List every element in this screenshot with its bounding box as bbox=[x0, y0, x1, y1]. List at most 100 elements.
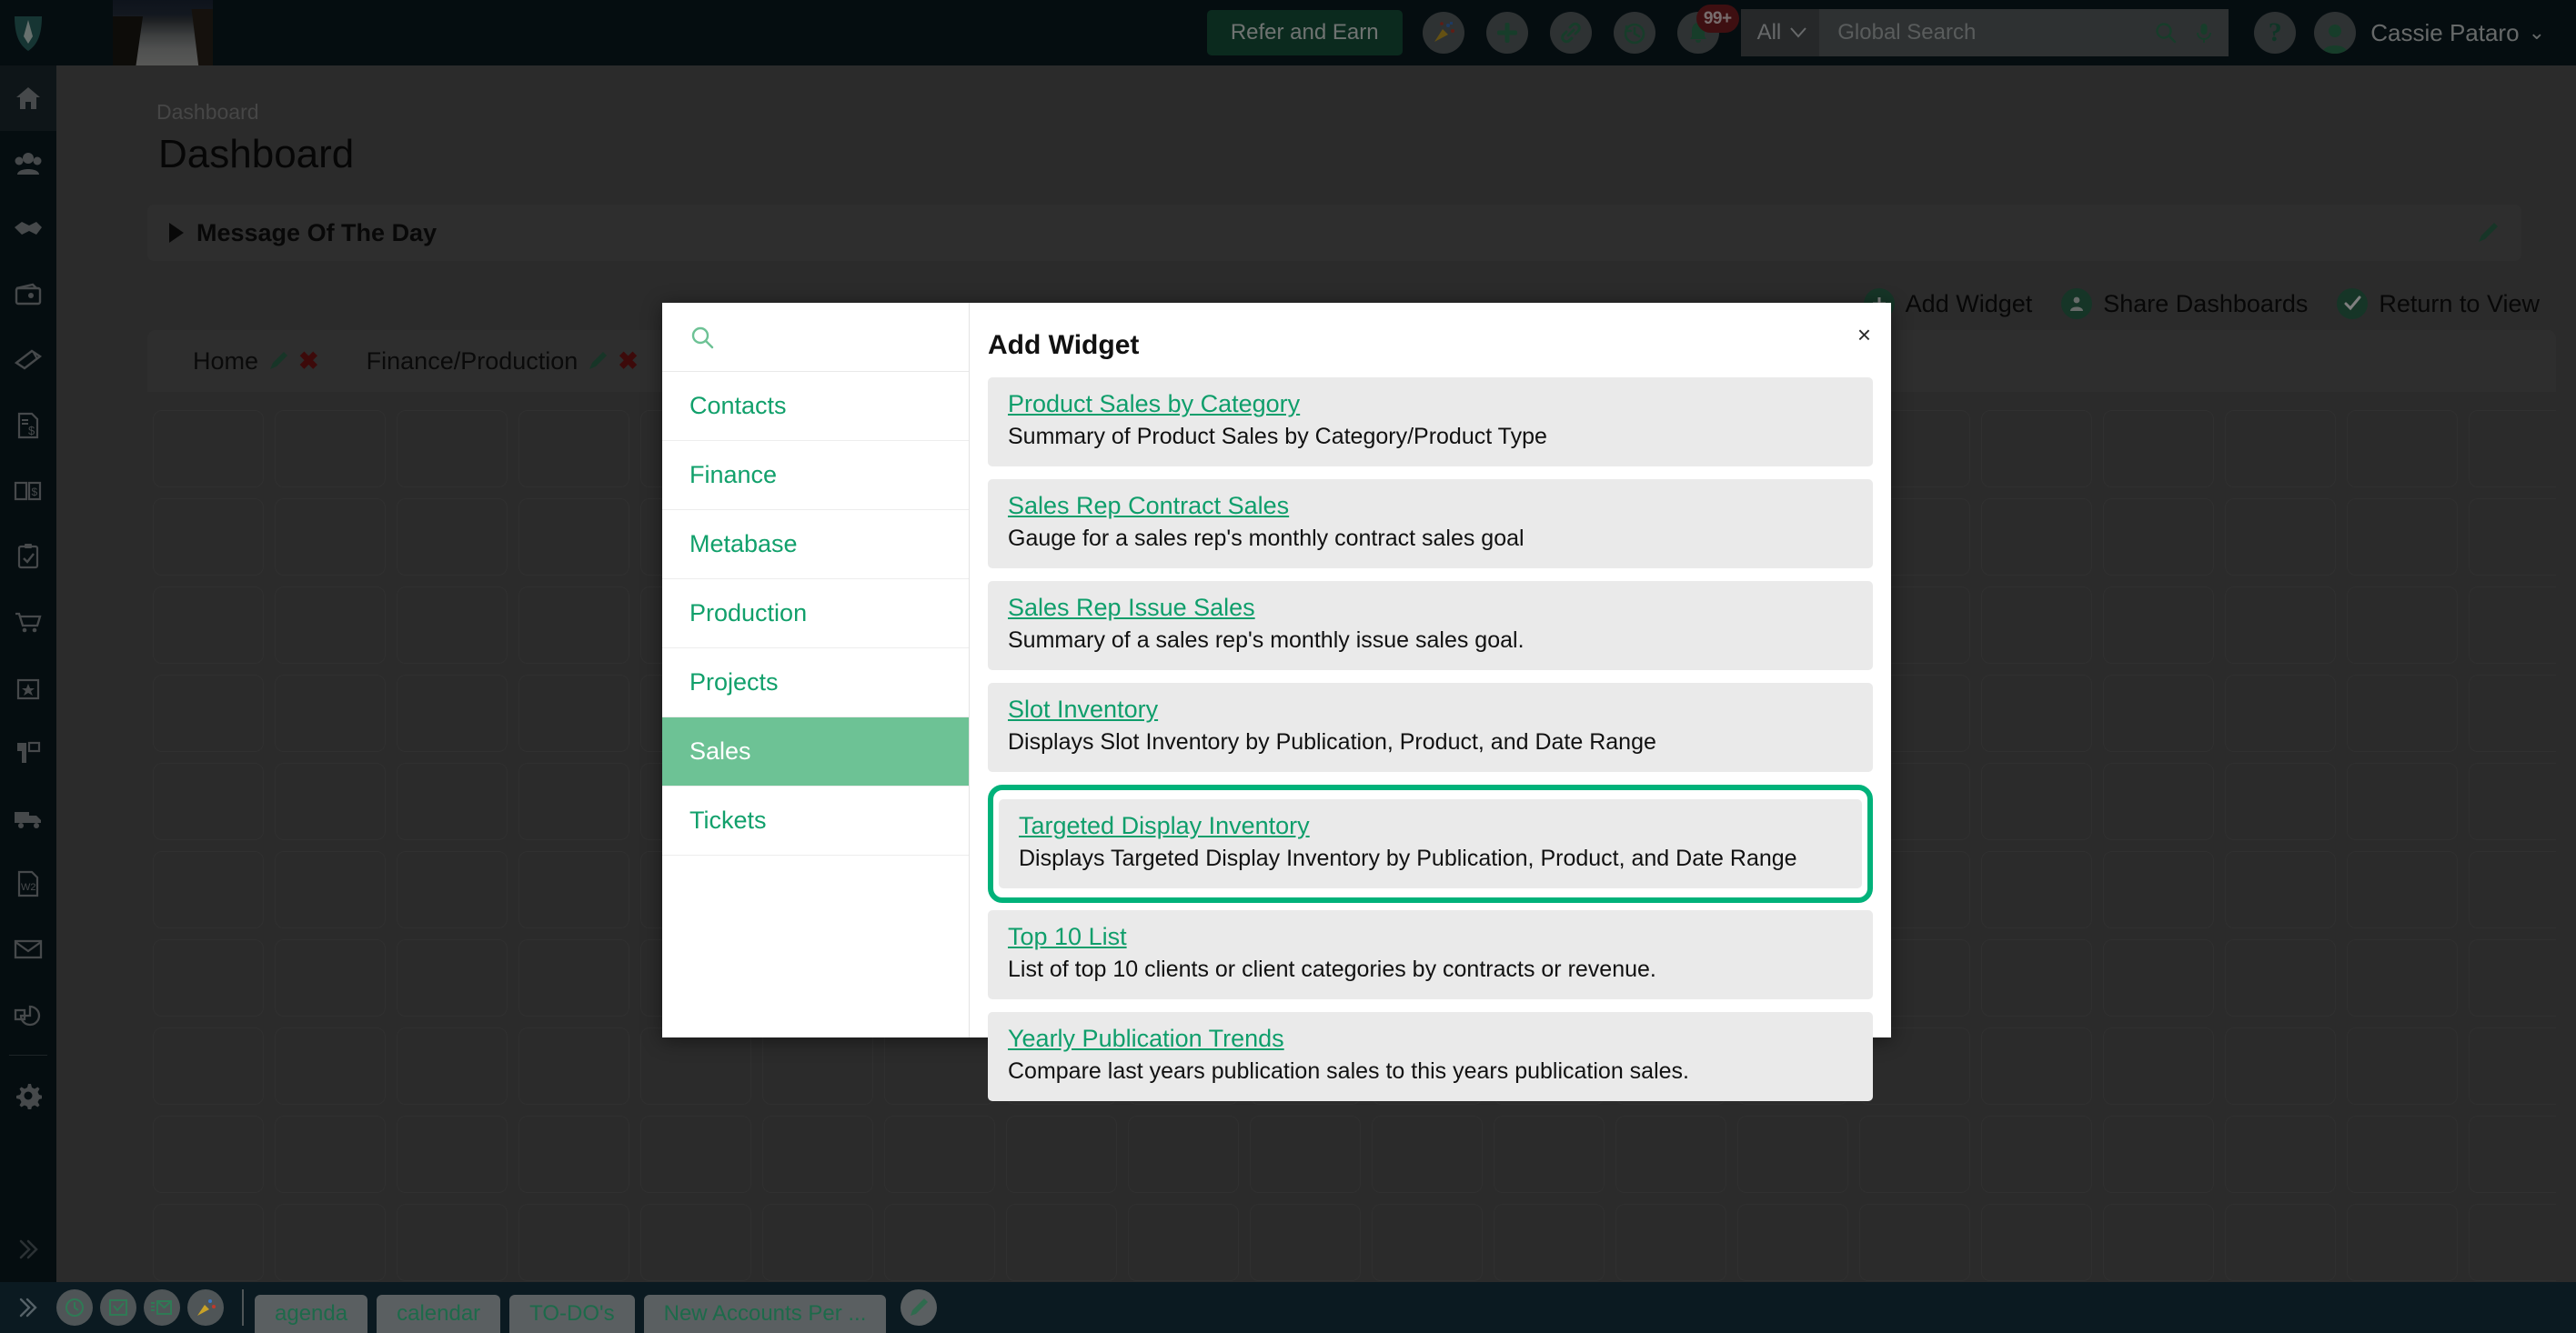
message-of-the-day-panel[interactable]: Message Of The Day bbox=[147, 205, 2521, 261]
grid-placeholder-cell[interactable] bbox=[2347, 1027, 2458, 1105]
envelope-check-icon[interactable] bbox=[100, 1289, 136, 1326]
grid-placeholder-cell[interactable] bbox=[153, 763, 264, 840]
grid-placeholder-cell[interactable] bbox=[2103, 763, 2214, 840]
grid-placeholder-cell[interactable] bbox=[275, 851, 386, 928]
widget-link[interactable]: Yearly Publication Trends bbox=[1008, 1025, 1284, 1053]
rail-item-mail[interactable] bbox=[0, 917, 56, 982]
grid-placeholder-cell[interactable] bbox=[1250, 1116, 1361, 1193]
grid-placeholder-cell[interactable] bbox=[2225, 1027, 2336, 1105]
grid-placeholder-cell[interactable] bbox=[1859, 1204, 1970, 1281]
grid-placeholder-cell[interactable] bbox=[1981, 586, 2092, 664]
grid-placeholder-cell[interactable] bbox=[153, 851, 264, 928]
widget-link[interactable]: Slot Inventory bbox=[1008, 696, 1158, 724]
grid-placeholder-cell[interactable] bbox=[397, 1027, 508, 1105]
grid-placeholder-cell[interactable] bbox=[153, 410, 264, 487]
grid-placeholder-cell[interactable] bbox=[1250, 1204, 1361, 1281]
rail-item-home[interactable] bbox=[0, 65, 56, 131]
dashboard-tab-home-close-icon[interactable]: ✖ bbox=[298, 347, 319, 376]
grid-placeholder-cell[interactable] bbox=[2103, 939, 2214, 1017]
grid-placeholder-cell[interactable] bbox=[397, 851, 508, 928]
grid-placeholder-cell[interactable] bbox=[2469, 498, 2556, 576]
grid-placeholder-cell[interactable] bbox=[518, 586, 629, 664]
dashboard-tab-finance-production[interactable]: Finance/Production ✖ bbox=[347, 347, 659, 376]
grid-placeholder-cell[interactable] bbox=[153, 939, 264, 1017]
rail-item-invoices[interactable]: $ bbox=[0, 393, 56, 458]
rail-item-media[interactable] bbox=[0, 262, 56, 327]
widget-category-production[interactable]: Production bbox=[662, 579, 969, 648]
grid-placeholder-cell[interactable] bbox=[2225, 675, 2336, 752]
grid-placeholder-cell[interactable] bbox=[2469, 675, 2556, 752]
rail-expand-chevron-double-right-icon[interactable] bbox=[0, 1217, 56, 1282]
toolbar-share-dashboards-button[interactable]: Share Dashboards bbox=[2061, 288, 2308, 319]
grid-placeholder-cell[interactable] bbox=[275, 498, 386, 576]
grid-placeholder-cell[interactable] bbox=[153, 1116, 264, 1193]
grid-placeholder-cell[interactable] bbox=[518, 1116, 629, 1193]
widget-category-finance[interactable]: Finance bbox=[662, 441, 969, 510]
grid-placeholder-cell[interactable] bbox=[2225, 498, 2336, 576]
clock-icon[interactable] bbox=[56, 1289, 93, 1326]
widget-list-item[interactable]: Top 10 List List of top 10 clients or cl… bbox=[988, 910, 1873, 999]
widget-category-sales[interactable]: Sales bbox=[662, 717, 969, 787]
widget-list-item[interactable]: Slot Inventory Displays Slot Inventory b… bbox=[988, 683, 1873, 772]
grid-placeholder-cell[interactable] bbox=[2103, 675, 2214, 752]
grid-placeholder-cell[interactable] bbox=[275, 410, 386, 487]
grid-placeholder-cell[interactable] bbox=[1494, 1116, 1605, 1193]
close-icon[interactable]: × bbox=[1857, 323, 1871, 346]
grid-placeholder-cell[interactable] bbox=[397, 675, 508, 752]
grid-placeholder-cell[interactable] bbox=[1981, 939, 2092, 1017]
grid-placeholder-cell[interactable] bbox=[884, 1027, 995, 1105]
grid-placeholder-cell[interactable] bbox=[2103, 410, 2214, 487]
widget-link[interactable]: Targeted Display Inventory bbox=[1019, 812, 1310, 840]
grid-placeholder-cell[interactable] bbox=[397, 410, 508, 487]
grid-placeholder-cell[interactable] bbox=[2225, 410, 2336, 487]
grid-placeholder-cell[interactable] bbox=[1859, 1116, 1970, 1193]
grid-placeholder-cell[interactable] bbox=[153, 586, 264, 664]
grid-placeholder-cell[interactable] bbox=[2225, 1116, 2336, 1193]
widget-list-item[interactable]: Sales Rep Contract Sales Gauge for a sal… bbox=[988, 479, 1873, 568]
widget-link[interactable]: Top 10 List bbox=[1008, 923, 1127, 951]
grid-placeholder-cell[interactable] bbox=[275, 586, 386, 664]
grid-placeholder-cell[interactable] bbox=[2103, 1204, 2214, 1281]
grid-placeholder-cell[interactable] bbox=[2103, 1027, 2214, 1105]
grid-placeholder-cell[interactable] bbox=[2347, 851, 2458, 928]
grid-placeholder-cell[interactable] bbox=[2225, 851, 2336, 928]
rail-item-orders[interactable] bbox=[0, 589, 56, 655]
grid-placeholder-cell[interactable] bbox=[275, 763, 386, 840]
grid-placeholder-cell[interactable] bbox=[2469, 1204, 2556, 1281]
grid-placeholder-cell[interactable] bbox=[2469, 586, 2556, 664]
grid-placeholder-cell[interactable] bbox=[2347, 410, 2458, 487]
grid-placeholder-cell[interactable] bbox=[153, 498, 264, 576]
grid-placeholder-cell[interactable] bbox=[518, 675, 629, 752]
grid-placeholder-cell[interactable] bbox=[2469, 1027, 2556, 1105]
grid-placeholder-cell[interactable] bbox=[2469, 410, 2556, 487]
grid-placeholder-cell[interactable] bbox=[1981, 1116, 2092, 1193]
grid-placeholder-cell[interactable] bbox=[397, 1204, 508, 1281]
grid-placeholder-cell[interactable] bbox=[1859, 1027, 1970, 1105]
rail-item-ledger[interactable]: $ bbox=[0, 458, 56, 524]
brand-logo[interactable] bbox=[0, 0, 56, 65]
grid-placeholder-cell[interactable] bbox=[397, 498, 508, 576]
widget-link[interactable]: Sales Rep Contract Sales bbox=[1008, 492, 1289, 520]
grid-placeholder-cell[interactable] bbox=[2347, 1204, 2458, 1281]
grid-placeholder-cell[interactable] bbox=[518, 498, 629, 576]
grid-placeholder-cell[interactable] bbox=[1981, 675, 2092, 752]
widget-link[interactable]: Sales Rep Issue Sales bbox=[1008, 594, 1255, 622]
grid-placeholder-cell[interactable] bbox=[2225, 939, 2336, 1017]
grid-placeholder-cell[interactable] bbox=[1494, 1204, 1605, 1281]
taskbar-tab-todos[interactable]: TO-DO's bbox=[509, 1295, 635, 1333]
envelope-list-icon[interactable] bbox=[144, 1289, 180, 1326]
grid-placeholder-cell[interactable] bbox=[397, 586, 508, 664]
grid-placeholder-cell[interactable] bbox=[275, 1116, 386, 1193]
grid-placeholder-cell[interactable] bbox=[1128, 1116, 1239, 1193]
grid-placeholder-cell[interactable] bbox=[1615, 1204, 1726, 1281]
taskbar-tab-agenda[interactable]: agenda bbox=[255, 1295, 368, 1333]
grid-placeholder-cell[interactable] bbox=[762, 1116, 873, 1193]
history-icon[interactable] bbox=[1613, 12, 1655, 54]
grid-placeholder-cell[interactable] bbox=[2347, 763, 2458, 840]
grid-placeholder-cell[interactable] bbox=[2103, 586, 2214, 664]
widget-category-metabase[interactable]: Metabase bbox=[662, 510, 969, 579]
widget-search-input[interactable] bbox=[726, 324, 935, 350]
grid-placeholder-cell[interactable] bbox=[2225, 586, 2336, 664]
grid-placeholder-cell[interactable] bbox=[1981, 410, 2092, 487]
pencil-icon[interactable] bbox=[267, 350, 289, 372]
